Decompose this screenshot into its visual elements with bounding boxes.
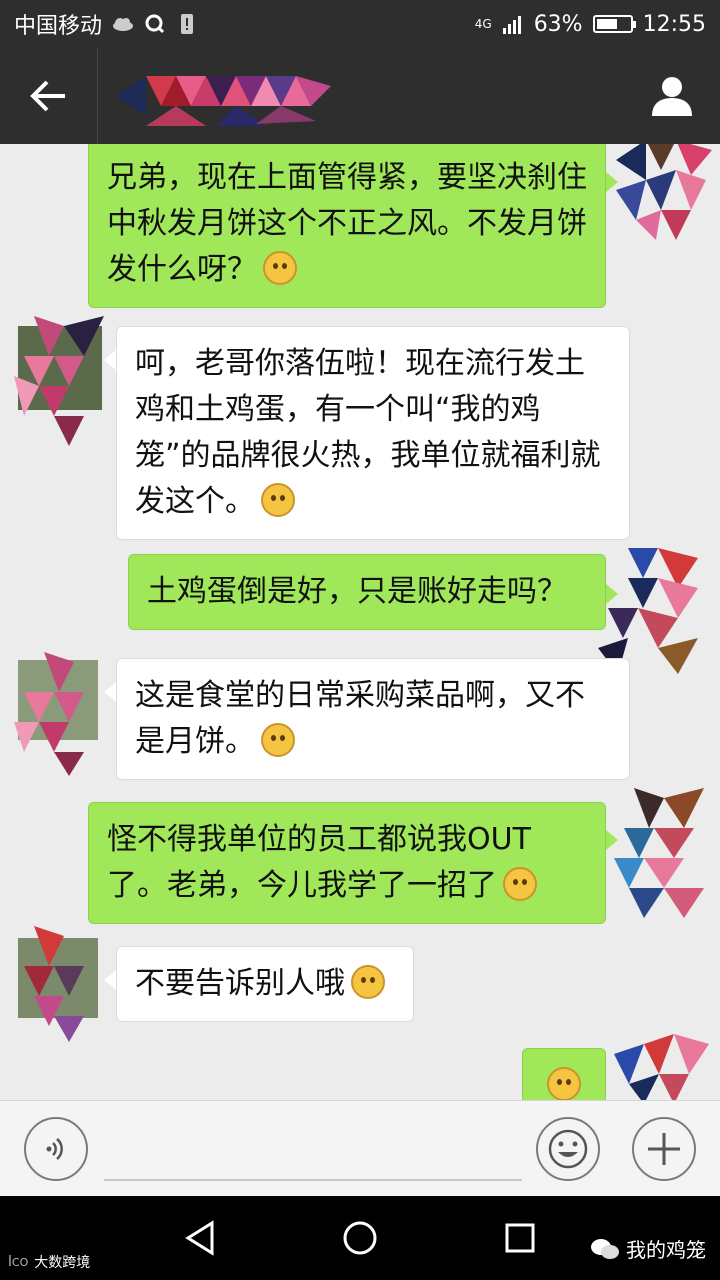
message-bubble-other[interactable]: 不要告诉别人哦 [116, 946, 414, 1022]
message-bubble-other[interactable]: 呵，老哥你落伍啦！现在流行发土鸡和土鸡蛋，有一个叫“我的鸡笼”的品牌很火热，我单… [116, 326, 630, 540]
carrier-label: 中国移动 [14, 14, 103, 39]
message-bubble-me[interactable]: 土鸡蛋倒是好，只是账好走吗？ [128, 554, 606, 630]
my-avatar[interactable] [614, 788, 710, 918]
shush-emoji-icon [261, 723, 295, 757]
contact-avatar[interactable] [14, 316, 114, 446]
voice-icon [46, 1138, 63, 1160]
ok-hand-emoji-icon [547, 1067, 581, 1100]
circle-home-icon [343, 1221, 377, 1255]
alert-icon [176, 13, 198, 35]
cloud-icon [112, 13, 134, 35]
person-icon [652, 77, 692, 116]
plus-icon [648, 1133, 680, 1165]
arrow-left-icon [29, 80, 65, 112]
grin-emoji-icon [503, 867, 537, 901]
smiley-icon [548, 1129, 588, 1169]
triangle-back-icon [185, 1220, 214, 1256]
watermark-right: 我的鸡笼 [590, 1234, 706, 1263]
network-type: 4G [474, 17, 492, 31]
message-text: 土鸡蛋倒是好，只是账好走吗？ [147, 574, 567, 609]
status-bar: 中国移动 4G 63% 12:55 [0, 0, 720, 48]
signal-icon [502, 13, 524, 35]
back-button[interactable] [0, 48, 98, 144]
message-bubble-me[interactable] [522, 1048, 606, 1100]
my-avatar[interactable] [604, 1034, 714, 1100]
message-text: 这是食堂的日常采购菜品啊，又不是月饼。 [135, 678, 585, 759]
message-bubble-other[interactable]: 这是食堂的日常采购菜品啊，又不是月饼。 [116, 658, 630, 780]
dizzy-emoji-icon [263, 251, 297, 285]
message-text: 怪不得我单位的员工都说我OUT了。老弟，今儿我学了一招了 [107, 822, 531, 903]
add-button[interactable] [632, 1117, 696, 1181]
message-bubble-me[interactable]: 兄弟，现在上面管得紧，要坚决刹住中秋发月饼这个不正之风。不发月饼发什么呀？ [88, 144, 606, 308]
watermark-left: lCO 大数跨境 [8, 1254, 91, 1271]
contact-avatar[interactable] [14, 652, 114, 776]
nav-back-button[interactable] [170, 1210, 230, 1266]
battery-icon [592, 15, 636, 33]
thinking-emoji-icon [351, 965, 385, 999]
emoji-button[interactable] [536, 1117, 600, 1181]
contact-avatar[interactable] [14, 926, 114, 1042]
profile-button[interactable] [624, 48, 720, 144]
chat-messages[interactable]: 兄弟，现在上面管得紧，要坚决刹住中秋发月饼这个不正之风。不发月饼发什么呀？ 呵，… [0, 144, 720, 1100]
wechat-icon [591, 1238, 619, 1259]
nav-recent-button[interactable] [490, 1210, 550, 1266]
message-text: 不要告诉别人哦 [135, 966, 345, 1001]
contact-name-obscured [116, 66, 346, 126]
my-avatar[interactable] [598, 548, 708, 674]
message-text: 兄弟，现在上面管得紧，要坚决刹住中秋发月饼这个不正之风。不发月饼发什么呀？ [107, 160, 587, 287]
clock: 12:55 [642, 11, 706, 37]
sunglasses-emoji-icon [261, 483, 295, 517]
nav-home-button[interactable] [330, 1210, 390, 1266]
square-recent-icon [505, 1223, 535, 1253]
voice-button[interactable] [24, 1117, 88, 1181]
input-bar [0, 1100, 720, 1196]
my-avatar[interactable] [616, 144, 712, 240]
message-bubble-me[interactable]: 怪不得我单位的员工都说我OUT了。老弟，今儿我学了一招了 [88, 802, 606, 924]
system-nav-bar: lCO 大数跨境 我的鸡笼 [0, 1196, 720, 1280]
chat-header [0, 48, 720, 144]
battery-percent: 63% [533, 11, 583, 37]
message-text: 呵，老哥你落伍啦！现在流行发土鸡和土鸡蛋，有一个叫“我的鸡笼”的品牌很火热，我单… [135, 346, 601, 519]
message-input[interactable] [104, 1119, 522, 1181]
q-app-icon [144, 13, 166, 35]
